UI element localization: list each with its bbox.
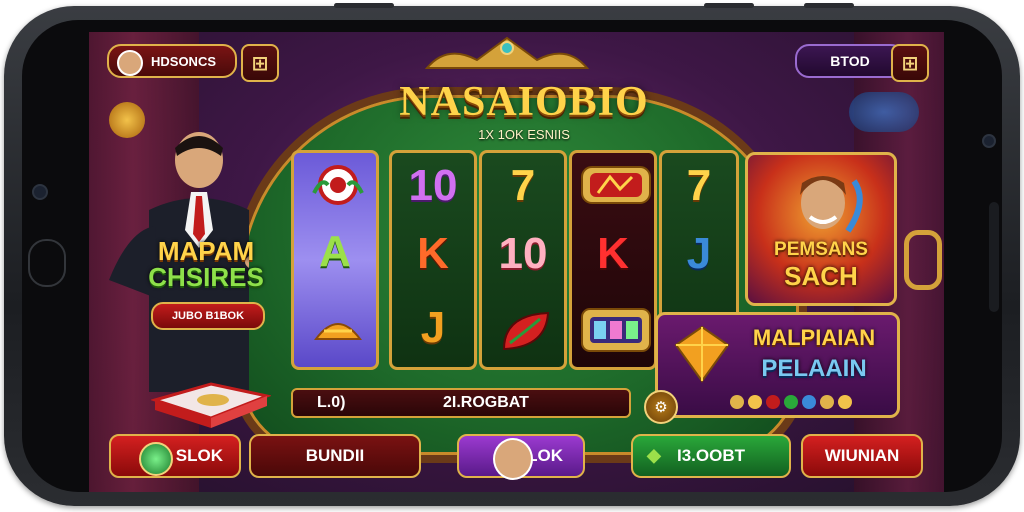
avatar bbox=[493, 438, 533, 480]
info-bar-middle: 2I.ROGBAT bbox=[443, 394, 529, 411]
boost-button[interactable]: ◆ I3.OOBT bbox=[631, 434, 791, 478]
wiunian-button[interactable]: WIUNIAN bbox=[801, 434, 923, 478]
gem-icon bbox=[674, 325, 730, 383]
side-button bbox=[804, 3, 854, 8]
left-promo-line1: MAPAM bbox=[157, 236, 255, 266]
camera-icon bbox=[32, 184, 48, 200]
slok-button-2[interactable]: SLOK bbox=[457, 434, 585, 480]
settings-icon[interactable]: ⚙ bbox=[644, 390, 678, 424]
bonus-card-2-line2: PELAAIN bbox=[761, 355, 867, 382]
balance-badge[interactable]: BTOD bbox=[795, 44, 905, 78]
player-badge[interactable]: HDSONCS bbox=[107, 44, 237, 78]
reel-4[interactable]: K bbox=[569, 150, 657, 370]
slok-button-1[interactable]: SLOK bbox=[109, 434, 241, 478]
reel-1[interactable]: A bbox=[291, 150, 379, 370]
ring-icon bbox=[904, 230, 942, 290]
reel-2-symbol-2: K bbox=[417, 229, 449, 278]
coin-icon bbox=[784, 395, 798, 409]
bingo-ball-icon bbox=[312, 165, 364, 205]
coin-icon bbox=[802, 395, 816, 409]
reel-1-symbol-2: A bbox=[319, 227, 351, 276]
bundii-button-label: BUNDII bbox=[305, 446, 365, 465]
speaker-grille bbox=[989, 202, 999, 312]
wiunian-button-label: WIUNIAN bbox=[824, 446, 900, 465]
bonus-card-1-line2: SACH bbox=[784, 261, 858, 291]
power-button bbox=[704, 3, 754, 8]
slot-machine-icon bbox=[581, 308, 651, 352]
game-logo: NASAIOBIO bbox=[399, 79, 649, 125]
volume-button bbox=[334, 3, 394, 8]
reel-4-symbol-2: K bbox=[597, 229, 629, 278]
bundii-button[interactable]: BUNDII bbox=[249, 434, 421, 478]
info-bar-left: L.0) bbox=[317, 394, 346, 411]
game-subtitle: 1X 1OK ESNIIS bbox=[478, 127, 570, 142]
roulette-icon bbox=[849, 92, 919, 132]
info-bar: L.0) 2I.ROGBAT bbox=[291, 388, 631, 418]
coin-icon bbox=[730, 395, 744, 409]
reel-3-symbol-2: 10 bbox=[498, 229, 548, 278]
bonus-card-1[interactable]: PEMSANS SACH bbox=[745, 152, 897, 306]
player-name: HDSONCS bbox=[151, 53, 217, 69]
cake-icon bbox=[314, 323, 362, 340]
bonus-character bbox=[800, 176, 863, 233]
diamond-icon: ◆ bbox=[647, 445, 661, 465]
coin-icon bbox=[838, 395, 852, 409]
reel-2-symbol-3: J bbox=[420, 303, 446, 352]
bonus-card-2-line1: MALPIAIAN bbox=[752, 325, 876, 350]
boost-button-label: I3.OOBT bbox=[676, 446, 745, 465]
reel-2-symbol-1: 10 bbox=[408, 161, 458, 210]
ticket-icon bbox=[581, 166, 651, 204]
slok-button-1-label: SLOK bbox=[175, 446, 223, 465]
bonus-card-1-line1: PEMSANS bbox=[774, 239, 868, 260]
left-promo-line2: CHSIRES bbox=[148, 262, 264, 292]
home-button[interactable] bbox=[28, 239, 66, 287]
coin-icon bbox=[748, 395, 762, 409]
bonus-card-2[interactable]: MALPIAIAN PELAAIN bbox=[655, 312, 900, 418]
sensor-icon bbox=[982, 134, 996, 148]
crown-icon bbox=[424, 36, 590, 69]
reel-3-symbol-1: 7 bbox=[510, 161, 536, 210]
reel-5-symbol-1: 7 bbox=[686, 161, 712, 210]
settings-grid-icon[interactable]: ⊞ bbox=[891, 44, 929, 82]
reel-2[interactable]: 10 K J bbox=[389, 150, 477, 370]
left-promo-badge[interactable]: JUBO B1BOK bbox=[151, 302, 265, 330]
game-screen: HDSONCS ⊞ BTOD ⊞ NASAIOBIO 1X 1OK ESNIIS… bbox=[89, 32, 944, 492]
reel-5-symbol-2: J bbox=[686, 229, 712, 278]
clover-icon bbox=[139, 442, 173, 476]
menu-grid-icon[interactable]: ⊞ bbox=[241, 44, 279, 82]
avatar bbox=[117, 50, 143, 76]
reel-3[interactable]: 7 10 bbox=[479, 150, 567, 370]
leaf-icon bbox=[502, 311, 550, 351]
balance-label: BTOD bbox=[830, 53, 870, 69]
chips-icon bbox=[151, 382, 271, 428]
coin-icon bbox=[820, 395, 834, 409]
coin-icon bbox=[766, 395, 780, 409]
phone-frame: HDSONCS ⊞ BTOD ⊞ NASAIOBIO 1X 1OK ESNIIS… bbox=[4, 3, 1020, 506]
left-promo-title: MAPAM CHSIRES bbox=[131, 238, 281, 290]
